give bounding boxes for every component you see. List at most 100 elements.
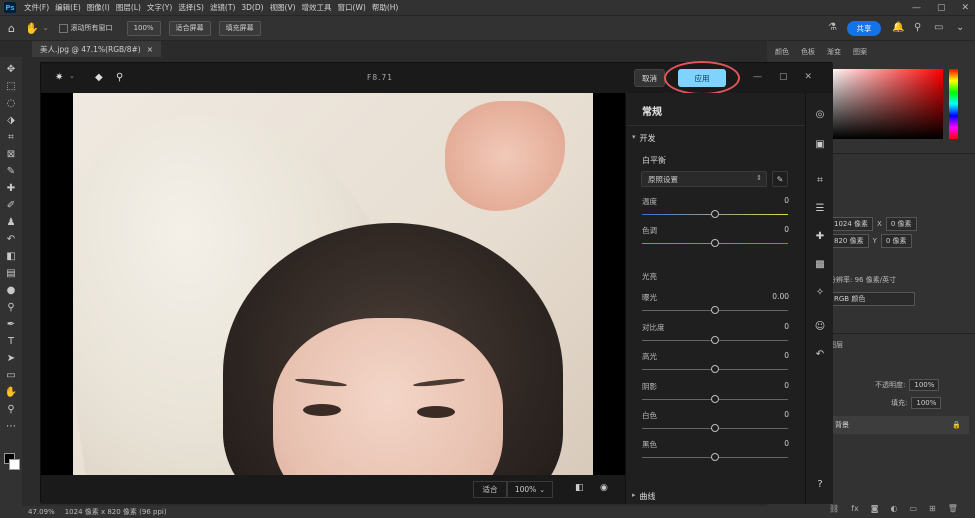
maximize-icon[interactable]: ▢ [779,72,788,82]
crop-icon[interactable]: ⌗ [813,173,827,187]
y-field[interactable]: 0 像素 [880,234,912,248]
snapshot-icon[interactable]: ☺ [813,319,827,333]
history-brush-icon[interactable]: ↶ [3,231,19,247]
crop-tool-icon[interactable]: ⌗ [3,129,19,145]
move-tool-icon[interactable]: ✥ [3,61,19,77]
color-picker-field[interactable] [829,69,943,139]
healing-icon[interactable]: ✚ [813,229,827,243]
hand-tool-icon[interactable]: ✋ [3,384,19,400]
pen-tool-icon[interactable]: ✒ [3,316,19,332]
contrast-slider[interactable] [642,336,788,344]
slider-thumb[interactable] [711,306,719,314]
chevron-down-icon[interactable]: ⌄ [956,22,964,33]
menu-image[interactable]: 图像(I) [87,2,110,13]
presets-icon[interactable]: ▣ [813,137,827,151]
exposure-slider[interactable] [642,306,788,314]
x-field[interactable]: 0 像素 [885,217,917,231]
lasso-tool-icon[interactable]: ◌ [3,95,19,111]
whites-value[interactable]: 0 [784,410,789,419]
opacity-field[interactable]: 100% [909,379,940,391]
chevron-down-icon[interactable]: ⌄ [69,72,75,80]
blur-tool-icon[interactable]: ● [3,282,19,298]
minimize-icon[interactable]: — [753,72,762,82]
dodge-tool-icon[interactable]: ⚲ [3,299,19,315]
menu-view[interactable]: 视图(V) [270,2,296,13]
adjustment-icon[interactable]: ◐ [890,504,897,513]
slider-thumb[interactable] [711,336,719,344]
bell-icon[interactable]: 🔔 [892,22,904,33]
hue-slider[interactable] [949,69,958,139]
contrast-value[interactable]: 0 [784,322,789,331]
mask-icon[interactable]: ▩ [813,257,827,271]
fit-screen-button[interactable]: 适合屏幕 [168,20,211,36]
slider-thumb[interactable] [711,365,719,373]
folder-icon[interactable]: ▭ [909,504,917,513]
slider-thumb[interactable] [711,424,719,432]
workspace-icon[interactable]: ▭ [934,22,943,33]
menu-filter[interactable]: 滤镜(T) [210,2,235,13]
background-color-swatch[interactable] [9,459,20,470]
fx-icon[interactable]: fx [851,504,859,513]
minimize-icon[interactable]: — [912,3,921,13]
tab-color[interactable]: 颜色 [775,47,789,61]
shadows-slider[interactable] [642,395,788,403]
menu-plugins[interactable]: 增效工具 [302,2,332,13]
link-icon[interactable]: ⛓ [829,504,839,513]
exposure-value[interactable]: 0.00 [772,292,789,301]
eye-icon[interactable]: ◉ [600,483,608,493]
path-select-icon[interactable]: ➤ [3,350,19,366]
gradient-tool-icon[interactable]: ▤ [3,265,19,281]
eraser-tool-icon[interactable]: ◧ [3,248,19,264]
menu-3d[interactable]: 3D(D) [241,3,263,12]
compare-view-icon[interactable]: ◧ [575,483,584,493]
menu-select[interactable]: 选择(S) [178,2,204,13]
tab-gradients[interactable]: 渐变 [827,47,841,61]
search-icon[interactable]: ⚲ [914,22,921,33]
menu-edit[interactable]: 编辑(E) [55,2,81,13]
trash-icon[interactable]: 🗑 [948,504,958,513]
menu-file[interactable]: 文件(F) [24,2,49,13]
cancel-button[interactable]: 取消 [634,69,665,87]
object-select-tool-icon[interactable]: ⬗ [3,112,19,128]
scroll-all-checkbox[interactable] [58,23,68,33]
highlights-value[interactable]: 0 [784,351,789,360]
white-balance-select[interactable]: 原照设置 ⇕ [641,171,767,187]
home-icon[interactable]: ⌂ [8,22,15,35]
flask-icon[interactable]: ⚗ [828,22,837,33]
shadows-value[interactable]: 0 [784,381,789,390]
close-icon[interactable]: × [147,45,153,54]
height-field[interactable]: 820 像素 [829,234,869,248]
zoom-icon[interactable]: ⚲ [116,72,123,83]
tab-swatches[interactable]: 色板 [801,47,815,61]
zoom-100-button[interactable]: 100% [126,20,161,36]
section-basic-header[interactable]: ▾ 开发 [632,133,656,144]
zoom-tool-icon[interactable]: ⚲ [3,401,19,417]
maximize-icon[interactable]: ▢ [937,3,946,13]
temperature-value[interactable]: 0 [784,196,789,205]
auto-enhance-icon[interactable]: ◎ [813,107,827,121]
mask-icon[interactable]: ◙ [871,504,879,513]
menu-layer[interactable]: 图层(L) [116,2,141,13]
slider-thumb[interactable] [711,210,719,218]
mode-select[interactable]: RGB 颜色 [829,292,915,306]
menu-type[interactable]: 文字(Y) [147,2,172,13]
tint-slider[interactable] [642,239,788,247]
temperature-slider[interactable] [642,210,788,218]
close-icon[interactable]: ✕ [805,72,813,82]
sliders-icon[interactable]: ☰ [813,201,827,215]
undo-icon[interactable]: ↶ [813,347,827,361]
more-tools-icon[interactable]: ⋯ [3,418,19,434]
section-curve-header[interactable]: ▸ 曲线 [632,491,656,502]
tab-patterns[interactable]: 图案 [853,47,867,61]
blacks-slider[interactable] [642,453,788,461]
width-field[interactable]: 1024 像素 [829,217,874,231]
new-layer-icon[interactable]: ⊞ [929,504,936,513]
hand-tool-icon[interactable]: ✋ [25,22,39,35]
slider-thumb[interactable] [711,395,719,403]
marquee-tool-icon[interactable]: ⬚ [3,78,19,94]
slider-thumb[interactable] [711,453,719,461]
stamp-tool-icon[interactable]: ♟ [3,214,19,230]
rectangle-tool-icon[interactable]: ▭ [3,367,19,383]
help-icon[interactable]: ? [813,477,827,491]
slider-thumb[interactable] [711,239,719,247]
